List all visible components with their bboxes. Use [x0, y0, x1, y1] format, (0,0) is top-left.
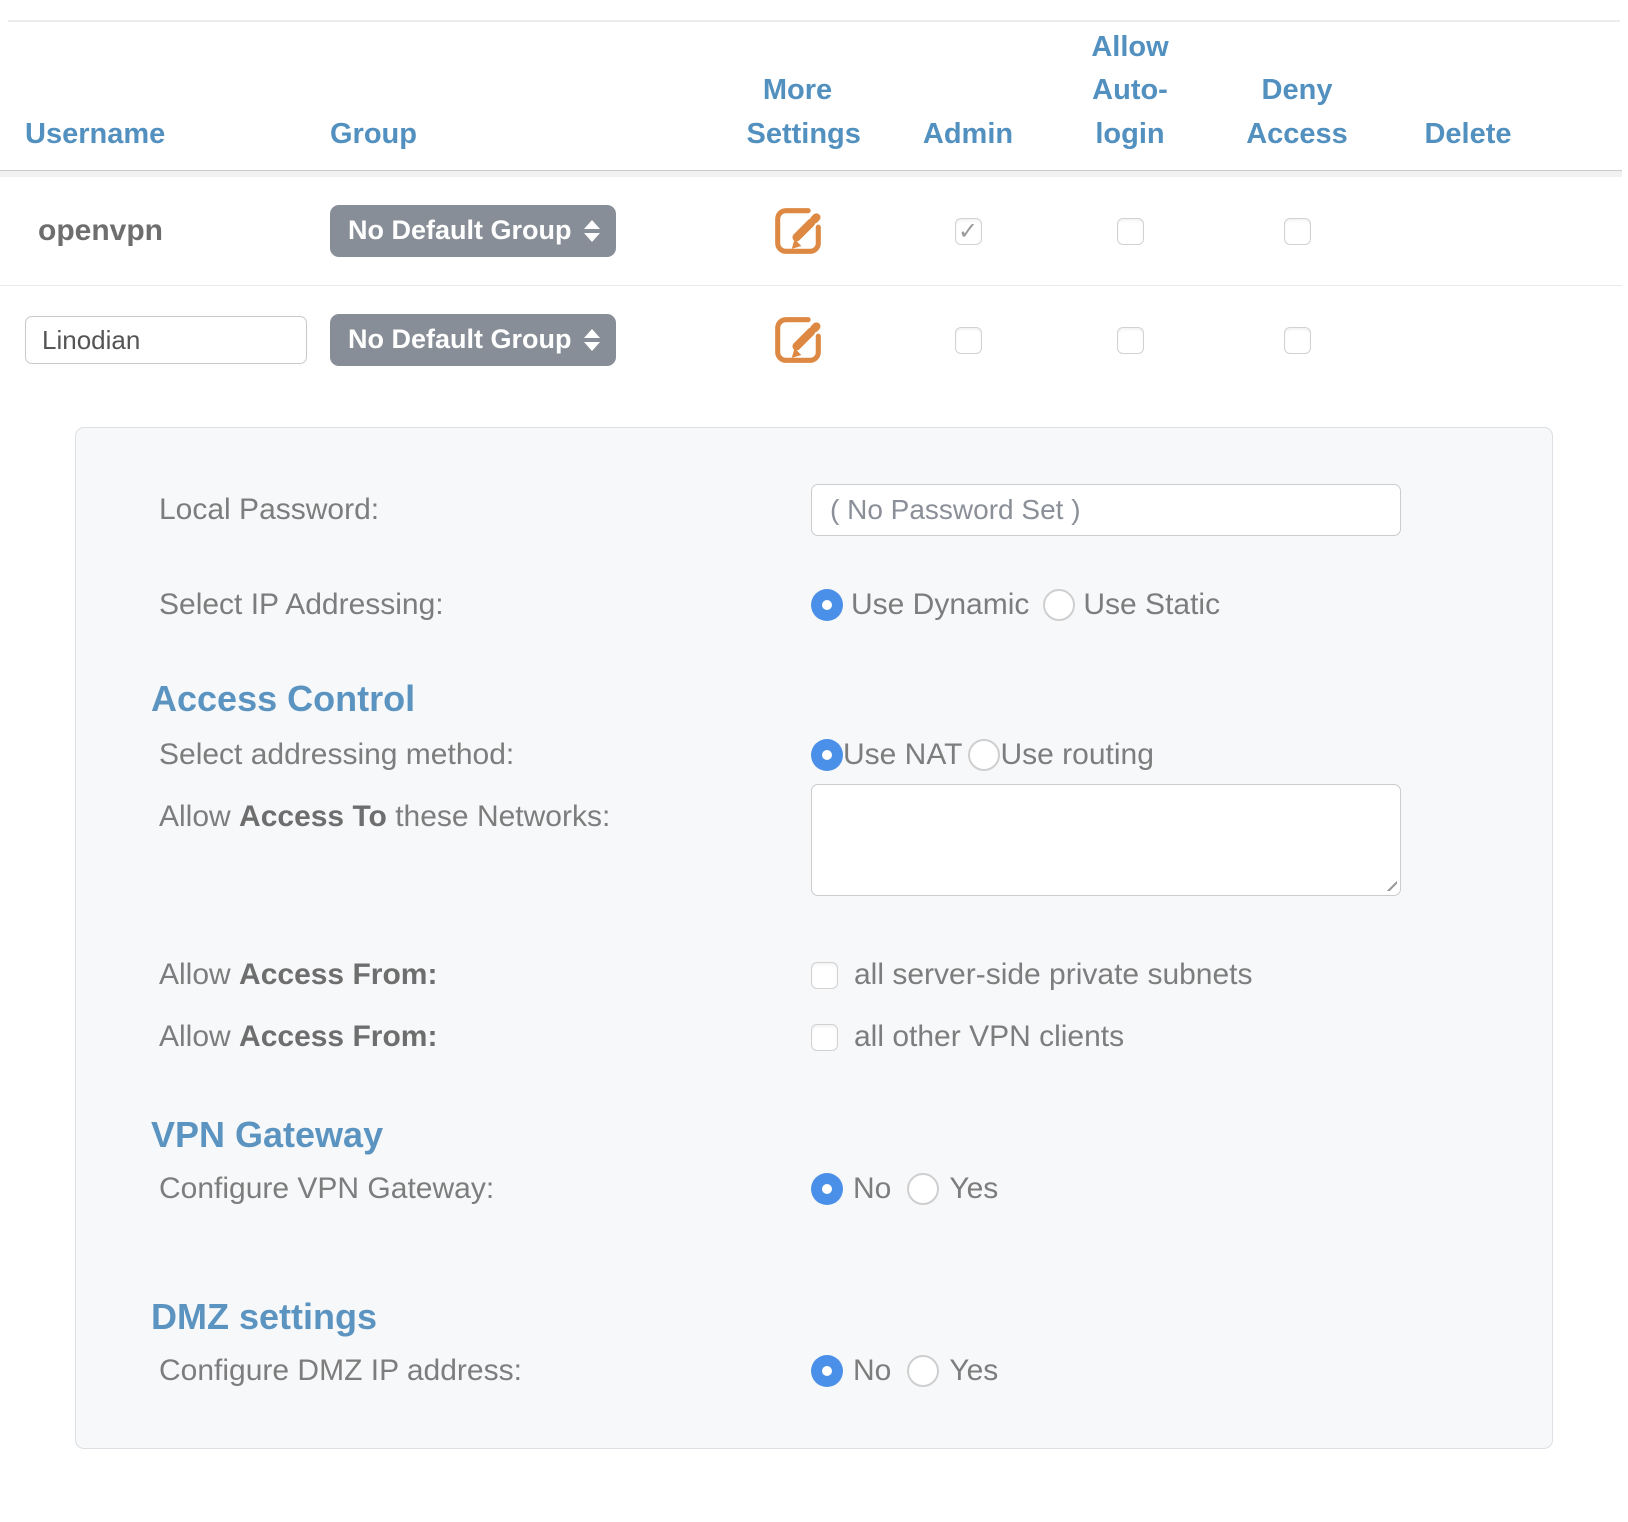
local-password-row: Local Password: — [159, 484, 1474, 536]
ip-addressing-label: Select IP Addressing: — [159, 588, 811, 622]
local-password-label: Local Password: — [159, 493, 811, 527]
column-header-deny-access: Deny Access — [1214, 69, 1380, 156]
access-from-label: Allow Access From: — [159, 1020, 811, 1054]
edit-icon — [769, 311, 827, 369]
access-to-label: Allow Access To these Networks: — [159, 800, 811, 834]
username-label-openvpn: openvpn — [25, 214, 330, 248]
deny-access-checkbox-new-user[interactable] — [1284, 327, 1311, 354]
deny-access-checkbox-openvpn[interactable] — [1284, 218, 1311, 245]
radio-use-routing[interactable]: Use routing — [968, 738, 1153, 772]
access-from-row-2: Allow Access From: all other VPN clients — [159, 1020, 1474, 1054]
radio-dmz-yes[interactable]: Yes — [907, 1354, 998, 1388]
vpn-gateway-heading: VPN Gateway — [151, 1114, 1474, 1156]
more-settings-button-openvpn[interactable] — [769, 202, 827, 260]
local-password-input[interactable] — [811, 484, 1401, 536]
access-from-vpn-clients-label: all other VPN clients — [854, 1020, 1124, 1054]
column-header-username: Username — [25, 113, 330, 157]
column-header-group: Group — [330, 113, 705, 157]
addressing-method-label: Select addressing method: — [159, 738, 811, 772]
access-from-row-1: Allow Access From: all server-side priva… — [159, 958, 1474, 992]
admin-checkbox-new-user[interactable] — [955, 327, 982, 354]
access-from-private-subnets-checkbox[interactable] — [811, 962, 838, 989]
radio-vpn-gateway-no[interactable]: No — [811, 1172, 891, 1206]
group-select-openvpn[interactable]: No Default Group — [330, 205, 616, 257]
configure-dmz-label: Configure DMZ IP address: — [159, 1354, 811, 1388]
user-settings-panel: Local Password: Select IP Addressing: Us… — [75, 427, 1553, 1449]
radio-unselected-icon — [1043, 589, 1075, 621]
group-select-value: No Default Group — [348, 324, 572, 355]
user-permissions-table: Username Group More Settings Admin Allow… — [0, 22, 1628, 394]
check-icon: ✓ — [958, 217, 978, 246]
radio-selected-icon — [811, 589, 843, 621]
username-input[interactable] — [25, 316, 307, 364]
configure-vpn-gateway-label: Configure VPN Gateway: — [159, 1172, 811, 1206]
radio-selected-icon — [811, 1173, 843, 1205]
allow-autologin-checkbox-new-user[interactable] — [1117, 327, 1144, 354]
more-settings-button-new-user[interactable] — [769, 311, 827, 369]
access-to-row: Allow Access To these Networks: — [159, 800, 1474, 896]
admin-checkbox-openvpn[interactable]: ✓ — [955, 218, 982, 245]
access-from-vpn-clients-checkbox[interactable] — [811, 1024, 838, 1051]
access-to-networks-textarea[interactable] — [811, 784, 1401, 896]
radio-unselected-icon — [968, 739, 1000, 771]
radio-use-static[interactable]: Use Static — [1043, 588, 1220, 622]
radio-selected-icon — [811, 1355, 843, 1387]
access-from-label: Allow Access From: — [159, 958, 811, 992]
radio-unselected-icon — [907, 1355, 939, 1387]
edit-icon — [769, 202, 827, 260]
header-divider — [0, 170, 1622, 177]
allow-autologin-checkbox-openvpn[interactable] — [1117, 218, 1144, 245]
table-row-new-user: No Default Group — [0, 286, 1628, 394]
access-from-private-subnets-label: all server-side private subnets — [854, 958, 1253, 992]
group-select-value: No Default Group — [348, 215, 572, 246]
column-header-allow-autologin: Allow Auto-login — [1046, 26, 1214, 157]
radio-vpn-gateway-yes[interactable]: Yes — [907, 1172, 998, 1206]
configure-dmz-row: Configure DMZ IP address: No Yes — [159, 1354, 1474, 1388]
table-row-openvpn: openvpn No Default Group ✓ — [0, 177, 1628, 285]
select-arrows-icon — [584, 220, 600, 242]
column-header-admin: Admin — [890, 113, 1046, 157]
radio-use-dynamic[interactable]: Use Dynamic — [811, 588, 1029, 622]
access-control-heading: Access Control — [151, 678, 1474, 720]
table-header-row: Username Group More Settings Admin Allow… — [0, 22, 1628, 170]
column-header-more-settings: More Settings — [705, 69, 890, 156]
radio-use-nat[interactable]: Use NAT — [811, 738, 962, 772]
group-select-new-user[interactable]: No Default Group — [330, 314, 616, 366]
dmz-settings-heading: DMZ settings — [151, 1296, 1474, 1338]
ip-addressing-row: Select IP Addressing: Use Dynamic Use St… — [159, 588, 1474, 622]
column-header-delete: Delete — [1380, 113, 1556, 157]
select-arrows-icon — [584, 329, 600, 351]
configure-vpn-gateway-row: Configure VPN Gateway: No Yes — [159, 1172, 1474, 1206]
radio-selected-icon — [811, 739, 843, 771]
radio-dmz-no[interactable]: No — [811, 1354, 891, 1388]
radio-unselected-icon — [907, 1173, 939, 1205]
addressing-method-row: Select addressing method: Use NAT Use ro… — [159, 738, 1474, 772]
